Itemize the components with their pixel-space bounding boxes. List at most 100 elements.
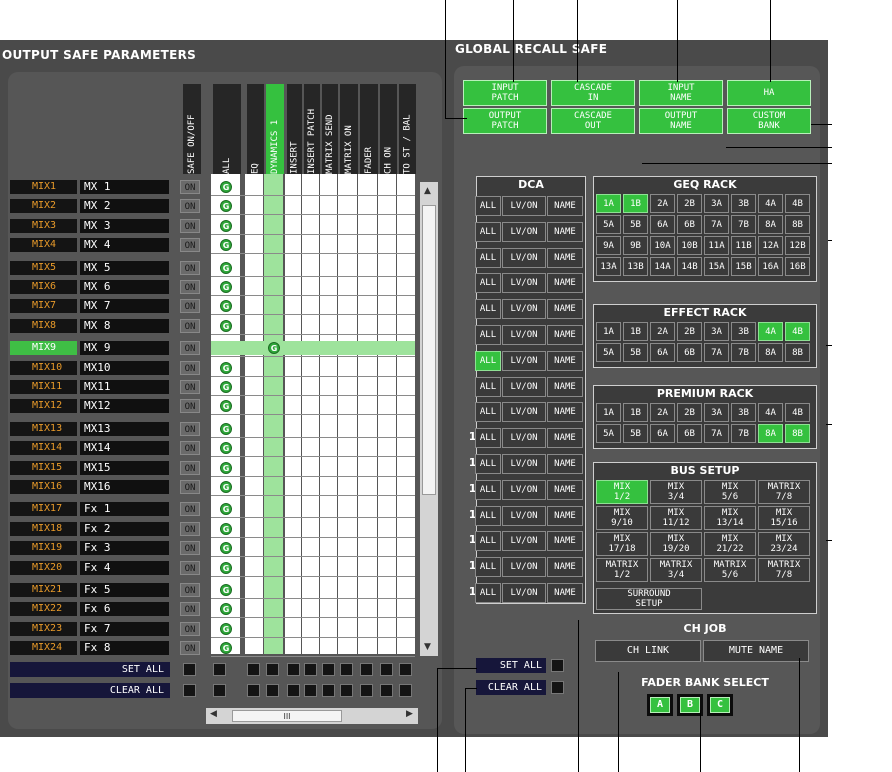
- safe-on-button-MIX4[interactable]: ON: [180, 238, 200, 253]
- premium-rack-5B-button[interactable]: 5B: [623, 424, 648, 443]
- row-id-MIX15[interactable]: MIX15: [10, 460, 77, 475]
- row-name-MIX7[interactable]: MX 7: [80, 299, 169, 314]
- ch-link-button[interactable]: CH LINK: [595, 640, 701, 662]
- bus-setup-mix-23/24-button[interactable]: MIX 23/24: [758, 532, 810, 556]
- scroll-down-arrow-icon[interactable]: ▼: [424, 642, 431, 652]
- dca-15-name-button[interactable]: NAME: [547, 557, 583, 578]
- dca-6-name-button[interactable]: NAME: [547, 325, 583, 345]
- set-all-button-4[interactable]: [287, 663, 300, 676]
- row-id-MIX7[interactable]: MIX7: [10, 299, 77, 314]
- row-id-MIX19[interactable]: MIX19: [10, 541, 77, 556]
- premium-rack-8A-button[interactable]: 8A: [758, 424, 783, 443]
- clear-all-button-3[interactable]: [266, 684, 279, 697]
- bus-setup-matrix-7/8-button[interactable]: MATRIX 7/8: [758, 558, 810, 582]
- geq-rack-1A-button[interactable]: 1A: [596, 194, 621, 213]
- scroll-right-arrow-icon[interactable]: ▶: [406, 709, 413, 719]
- all-g-mark-MIX20[interactable]: G: [220, 561, 232, 574]
- scroll-up-arrow-icon[interactable]: ▲: [424, 186, 431, 196]
- premium-rack-7A-button[interactable]: 7A: [704, 424, 729, 443]
- geq-rack-14A-button[interactable]: 14A: [650, 257, 675, 276]
- premium-rack-7B-button[interactable]: 7B: [731, 424, 756, 443]
- premium-rack-2B-button[interactable]: 2B: [677, 403, 702, 422]
- dca-6-all-button[interactable]: ALL: [475, 325, 501, 345]
- bus-setup-matrix-5/6-button[interactable]: MATRIX 5/6: [704, 558, 756, 582]
- all-g-mark-MIX6[interactable]: G: [220, 281, 232, 293]
- safe-on-button-MIX20[interactable]: ON: [180, 560, 200, 575]
- recall-set-all-button[interactable]: [551, 659, 564, 672]
- dca-6-lvon-button[interactable]: LV/ON: [502, 325, 546, 345]
- geq-rack-1B-button[interactable]: 1B: [623, 194, 648, 213]
- safe-on-button-MIX16[interactable]: ON: [180, 480, 200, 494]
- effect-rack-4B-button[interactable]: 4B: [785, 322, 810, 341]
- dca-1-lvon-button[interactable]: LV/ON: [502, 196, 546, 216]
- safe-on-button-MIX8[interactable]: ON: [180, 318, 200, 333]
- geq-rack-7B-button[interactable]: 7B: [731, 215, 756, 234]
- geq-rack-10B-button[interactable]: 10B: [677, 236, 702, 255]
- dca-12-all-button[interactable]: ALL: [475, 479, 501, 500]
- row-name-MIX12[interactable]: MX12: [80, 399, 169, 414]
- premium-rack-3A-button[interactable]: 3A: [704, 403, 729, 422]
- row-name-MIX8[interactable]: MX 8: [80, 318, 169, 333]
- effect-rack-5B-button[interactable]: 5B: [623, 343, 648, 362]
- row-id-MIX23[interactable]: MIX23: [10, 621, 77, 636]
- bus-setup-mix-1/2-button[interactable]: MIX 1/2: [596, 480, 648, 504]
- effect-rack-6A-button[interactable]: 6A: [650, 343, 675, 362]
- dca-16-all-button[interactable]: ALL: [475, 583, 501, 603]
- geq-rack-3A-button[interactable]: 3A: [704, 194, 729, 213]
- premium-rack-4A-button[interactable]: 4A: [758, 403, 783, 422]
- effect-rack-8B-button[interactable]: 8B: [785, 343, 810, 362]
- recall-input-patch-button[interactable]: INPUT PATCH: [463, 80, 547, 106]
- geq-rack-12B-button[interactable]: 12B: [785, 236, 810, 255]
- geq-rack-6A-button[interactable]: 6A: [650, 215, 675, 234]
- recall-custom-bank-button[interactable]: CUSTOM BANK: [727, 108, 811, 134]
- recall-ha--button[interactable]: HA: [727, 80, 811, 106]
- geq-rack-2A-button[interactable]: 2A: [650, 194, 675, 213]
- geq-rack-16A-button[interactable]: 16A: [758, 257, 783, 276]
- bus-setup-mix-15/16-button[interactable]: MIX 15/16: [758, 506, 810, 530]
- row-id-MIX2[interactable]: MIX2: [10, 199, 77, 214]
- premium-rack-5A-button[interactable]: 5A: [596, 424, 621, 443]
- effect-rack-4A-button[interactable]: 4A: [758, 322, 783, 341]
- clear-all-button-7[interactable]: [340, 684, 353, 697]
- premium-rack-6A-button[interactable]: 6A: [650, 424, 675, 443]
- bus-setup-mix-13/14-button[interactable]: MIX 13/14: [704, 506, 756, 530]
- row-name-MIX22[interactable]: Fx 6: [80, 602, 169, 617]
- recall-cascade-out-button[interactable]: CASCADE OUT: [551, 108, 635, 134]
- dca-8-all-button[interactable]: ALL: [475, 376, 501, 397]
- bus-setup-matrix-1/2-button[interactable]: MATRIX 1/2: [596, 558, 648, 582]
- dca-4-lvon-button[interactable]: LV/ON: [502, 273, 546, 294]
- bus-setup-matrix-7/8-button[interactable]: MATRIX 7/8: [758, 480, 810, 504]
- effect-rack-3A-button[interactable]: 3A: [704, 322, 729, 341]
- row-id-MIX11[interactable]: MIX11: [10, 380, 77, 394]
- geq-rack-15A-button[interactable]: 15A: [704, 257, 729, 276]
- safe-on-button-MIX13[interactable]: ON: [180, 421, 200, 436]
- dca-3-all-button[interactable]: ALL: [475, 247, 501, 268]
- geq-rack-11A-button[interactable]: 11A: [704, 236, 729, 255]
- row-name-MIX2[interactable]: MX 2: [80, 199, 169, 214]
- safe-on-button-MIX7[interactable]: ON: [180, 299, 200, 314]
- geq-rack-15B-button[interactable]: 15B: [731, 257, 756, 276]
- dca-9-all-button[interactable]: ALL: [475, 402, 501, 423]
- bus-setup-mix-21/22-button[interactable]: MIX 21/22: [704, 532, 756, 556]
- dca-10-lvon-button[interactable]: LV/ON: [502, 428, 546, 449]
- row-name-MIX20[interactable]: Fx 4: [80, 560, 169, 575]
- row-id-MIX5[interactable]: MIX5: [10, 260, 77, 275]
- row-name-MIX15[interactable]: MX15: [80, 460, 169, 475]
- geq-rack-12A-button[interactable]: 12A: [758, 236, 783, 255]
- set-all-button-1[interactable]: [213, 663, 226, 676]
- row-id-MIX21[interactable]: MIX21: [10, 583, 77, 597]
- effect-rack-5A-button[interactable]: 5A: [596, 343, 621, 362]
- effect-rack-3B-button[interactable]: 3B: [731, 322, 756, 341]
- dca-11-all-button[interactable]: ALL: [475, 454, 501, 474]
- safe-on-button-MIX22[interactable]: ON: [180, 602, 200, 617]
- fader-bank-c-button[interactable]: C: [710, 697, 730, 713]
- set-all-button-10[interactable]: [399, 663, 412, 676]
- geq-rack-10A-button[interactable]: 10A: [650, 236, 675, 255]
- dca-9-name-button[interactable]: NAME: [547, 402, 583, 423]
- set-all-button-6[interactable]: [322, 663, 335, 676]
- dca-4-name-button[interactable]: NAME: [547, 273, 583, 294]
- row-name-MIX16[interactable]: MX16: [80, 480, 169, 494]
- premium-rack-3B-button[interactable]: 3B: [731, 403, 756, 422]
- dca-7-all-button[interactable]: ALL: [475, 350, 501, 371]
- safe-on-button-MIX24[interactable]: ON: [180, 641, 200, 656]
